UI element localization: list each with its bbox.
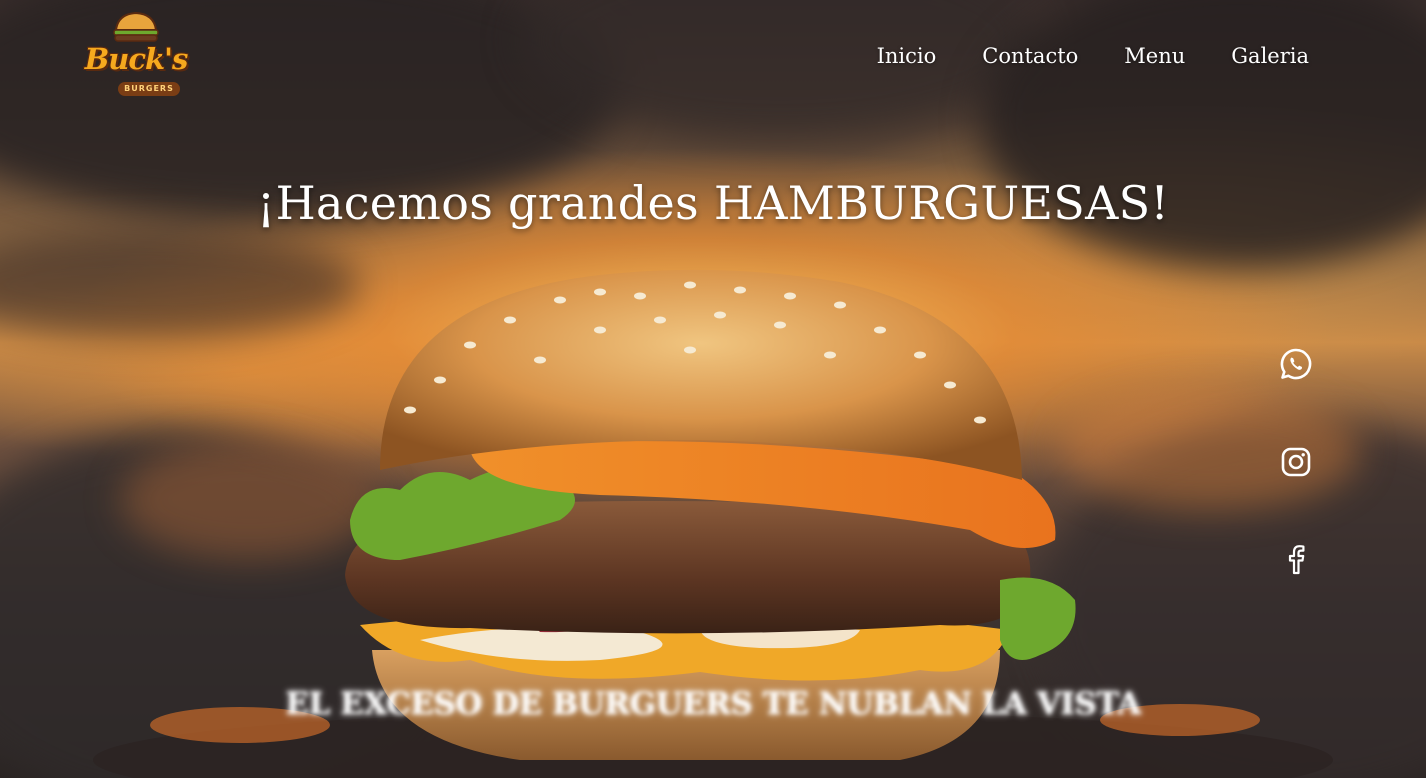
- nav-inicio[interactable]: Inicio: [877, 44, 937, 68]
- facebook-icon: [1288, 545, 1305, 575]
- burger-image: [93, 269, 1333, 778]
- hero-tagline: EL EXCESO DE BURGUERS TE NUBLAN LA VISTA: [285, 686, 1141, 722]
- nav-menu[interactable]: Menu: [1124, 44, 1185, 68]
- facebook-link[interactable]: [1276, 539, 1316, 579]
- hero-headline: ¡Hacemos grandes HAMBURGUESAS!: [256, 176, 1170, 230]
- instagram-link[interactable]: [1276, 442, 1316, 482]
- nav-contacto[interactable]: Contacto: [982, 44, 1078, 68]
- logo-subtitle: BURGERS: [118, 82, 180, 96]
- main-nav: Inicio Contacto Menu Galeria: [877, 44, 1309, 68]
- logo-wordmark: Buck's: [84, 42, 189, 76]
- whatsapp-link[interactable]: [1276, 344, 1316, 384]
- brand-logo[interactable]: Buck's BURGERS: [78, 8, 194, 96]
- instagram-icon: [1281, 447, 1311, 477]
- nav-galeria[interactable]: Galeria: [1231, 44, 1309, 68]
- hero-background: Buck's BURGERS Inicio Contacto Menu Gale…: [0, 0, 1426, 778]
- whatsapp-icon: [1280, 348, 1312, 380]
